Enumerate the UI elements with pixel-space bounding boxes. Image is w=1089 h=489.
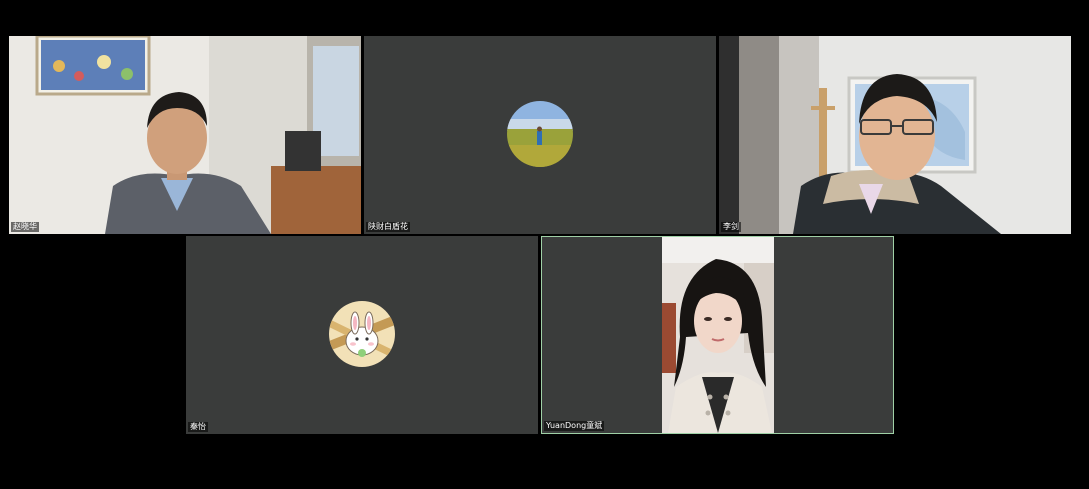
participant-tile-5-active-speaker[interactable]: YuanDong童斌 xyxy=(541,236,894,434)
participant-tile-3[interactable]: 李剑 xyxy=(719,36,1071,234)
participant-name-label: YuanDong童斌 xyxy=(544,421,605,431)
participant-tile-1[interactable]: 赵晓华 xyxy=(9,36,361,234)
participant-name-label: 李剑 xyxy=(721,222,741,232)
participant-name-label: 秦怡 xyxy=(188,422,208,432)
camera-video-feed xyxy=(719,36,1071,234)
camera-video-feed xyxy=(662,237,774,433)
participant-name-label: 赵晓华 xyxy=(11,222,39,232)
bunny-avatar-icon xyxy=(329,301,395,367)
participant-name-label: 陕财白盾花 xyxy=(366,222,410,232)
landscape-photo-avatar-icon xyxy=(507,101,573,167)
participant-tile-4[interactable]: 秦怡 xyxy=(186,236,538,434)
camera-video-feed xyxy=(9,36,361,234)
participant-tile-2[interactable]: 陕财白盾花 xyxy=(364,36,716,234)
